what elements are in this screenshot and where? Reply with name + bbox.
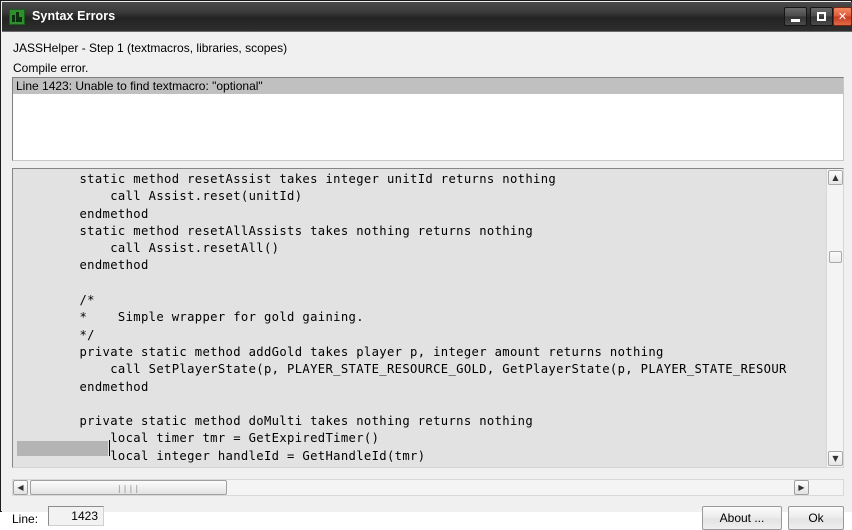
compile-status-label: Compile error. (13, 61, 89, 75)
about-button[interactable]: About ... (702, 506, 782, 530)
code-vertical-scrollbar[interactable]: ▲ ▼ (826, 169, 843, 467)
code-text: static method resetAssist takes integer … (79, 172, 787, 467)
code-viewer[interactable]: static method resetAssist takes integer … (12, 168, 844, 468)
line-number-input[interactable]: 1423 (48, 506, 104, 526)
minimize-button[interactable] (784, 7, 807, 26)
scroll-left-icon[interactable]: ◀ (13, 480, 28, 495)
window-title: Syntax Errors (32, 9, 116, 23)
line-number-label: Line: (12, 512, 39, 526)
scrollbar-grip-icon: |||| (116, 484, 141, 493)
horizontal-scrollbar-thumb[interactable]: |||| (30, 480, 227, 495)
syntax-errors-window: Syntax Errors ✕ JASSHelper - Step 1 (tex… (0, 0, 852, 530)
compiler-step-label: JASSHelper - Step 1 (textmacros, librari… (13, 41, 288, 55)
scroll-up-icon[interactable]: ▲ (828, 170, 843, 185)
scroll-down-icon[interactable]: ▼ (828, 451, 843, 466)
maximize-button[interactable] (810, 7, 833, 26)
scroll-right-icon[interactable]: ▶ (794, 480, 809, 495)
code-scroll-region: static method resetAssist takes integer … (13, 171, 826, 467)
title-bar: Syntax Errors ✕ (2, 2, 852, 32)
minimize-icon (791, 19, 800, 22)
error-list[interactable]: Line 1423: Unable to find textmacro: "op… (12, 77, 844, 161)
client-area: JASSHelper - Step 1 (textmacros, librari… (2, 32, 852, 530)
code-horizontal-scrollbar[interactable]: ◀ |||| ▶ (12, 479, 844, 496)
chart-icon (9, 9, 25, 25)
vertical-scrollbar-thumb[interactable] (829, 251, 842, 263)
close-icon: ✕ (837, 10, 848, 23)
maximize-icon (817, 12, 826, 21)
list-item[interactable]: Line 1423: Unable to find textmacro: "op… (13, 78, 843, 94)
close-button[interactable]: ✕ (833, 7, 852, 26)
ok-button[interactable]: Ok (788, 506, 844, 530)
